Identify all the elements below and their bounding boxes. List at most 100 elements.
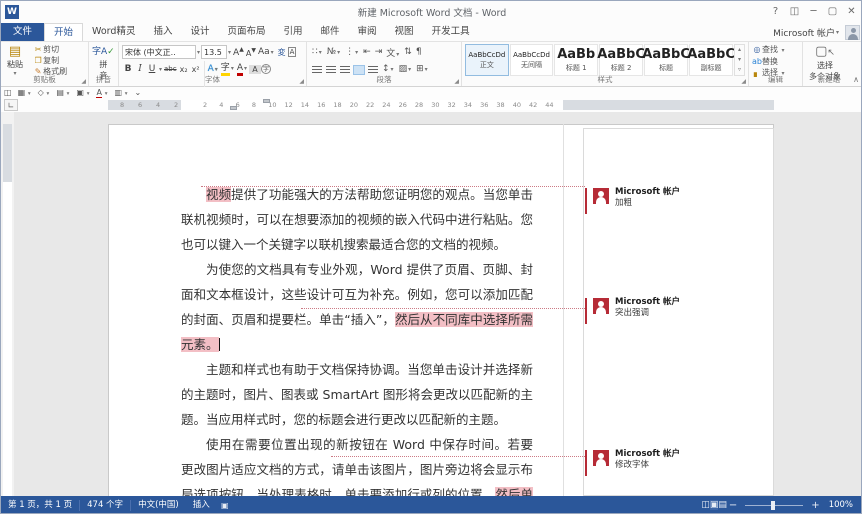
- tab-审阅[interactable]: 审阅: [349, 23, 386, 41]
- character-shading-button[interactable]: A: [249, 65, 261, 74]
- bullets-icon[interactable]: ∷▾: [310, 47, 325, 57]
- select-multiple-objects-button[interactable]: ▢↖ 选择 多个对象: [806, 44, 844, 78]
- multilevel-list-icon[interactable]: ⋮▾: [343, 47, 361, 57]
- asian-layout-icon[interactable]: 文▾: [384, 46, 402, 59]
- change-case-button[interactable]: Aa▾: [257, 47, 276, 57]
- replace-button[interactable]: ab替换: [752, 56, 799, 67]
- revision-balloon[interactable]: Microsoft 帐户加粗: [593, 187, 768, 209]
- tab-邮件[interactable]: 邮件: [312, 23, 349, 41]
- increase-indent-icon[interactable]: ⇥: [373, 47, 385, 57]
- italic-button[interactable]: I: [134, 64, 146, 74]
- font-name-combo[interactable]: 宋体 (中文正..: [122, 45, 196, 59]
- pinyin-button[interactable]: 字A✓ 拼 音: [92, 44, 115, 78]
- qat-overflow-icon[interactable]: ⌄: [132, 87, 145, 98]
- style-标题 2[interactable]: AaBbC标题 2: [599, 44, 643, 76]
- tab-页面布局[interactable]: 页面布局: [218, 23, 274, 41]
- tab-视图[interactable]: 视图: [386, 23, 423, 41]
- shading-icon[interactable]: ▨▾: [397, 64, 415, 74]
- paragraph[interactable]: 视频提供了功能强大的方法帮助您证明您的观点。当您单击联机视频时，可以在想要添加的…: [181, 182, 533, 257]
- style-副标题[interactable]: AaBbC副标题: [689, 44, 733, 76]
- font-dialog-launcher[interactable]: ◢: [299, 78, 304, 85]
- account-avatar[interactable]: [845, 25, 860, 40]
- numbering-icon[interactable]: №▾: [325, 47, 343, 57]
- enclose-characters-button[interactable]: 字: [261, 64, 271, 74]
- paragraph-marks-icon[interactable]: ¶: [414, 47, 424, 57]
- subscript-button[interactable]: x₂: [178, 65, 190, 74]
- cut-button[interactable]: ✂剪切: [33, 44, 67, 55]
- tab-file[interactable]: 文件: [1, 23, 44, 41]
- align-center-button[interactable]: [326, 66, 336, 74]
- style-正文[interactable]: AaBbCcDd正文: [465, 44, 509, 76]
- style-标题 1[interactable]: AaBb标题 1: [554, 44, 598, 76]
- text-effects-button[interactable]: A▾: [207, 64, 220, 74]
- tab-selector[interactable]: ∟: [4, 99, 18, 111]
- word-count[interactable]: 474 个字: [80, 496, 130, 514]
- paste-button[interactable]: ▤ 粘贴▾: [4, 44, 26, 78]
- tab-Word精灵[interactable]: Word精灵: [83, 23, 144, 41]
- styles-gallery-scroll[interactable]: ▴▾▿: [734, 44, 745, 76]
- text-cursor: [219, 338, 220, 351]
- paragraph-dialog-launcher[interactable]: ◢: [454, 78, 459, 85]
- line-spacing-icon[interactable]: ↕▾: [380, 64, 397, 74]
- paragraph[interactable]: 为使您的文档具有专业外观，Word 提供了页眉、页脚、封面和文本框设计，这些设计…: [181, 257, 533, 357]
- insert-mode-indicator[interactable]: 插入: [186, 496, 217, 514]
- decrease-indent-icon[interactable]: ⇤: [361, 47, 373, 57]
- tab-引用[interactable]: 引用: [275, 23, 312, 41]
- zoom-slider[interactable]: [745, 505, 803, 506]
- tab-开发工具[interactable]: 开发工具: [423, 23, 479, 41]
- copy-button[interactable]: ❐复制: [33, 55, 67, 66]
- tab-插入[interactable]: 插入: [144, 23, 181, 41]
- account-menu[interactable]: Microsoft 帐户 ▾: [773, 24, 860, 41]
- bold-button[interactable]: B: [122, 64, 134, 74]
- zoom-slider-thumb[interactable]: [771, 501, 775, 510]
- style-标题[interactable]: AaBbC标题: [644, 44, 688, 76]
- paragraph[interactable]: 主题和样式也有助于文档保持协调。当您单击设计并选择新的主题时，图片、图表或 Sm…: [181, 357, 533, 432]
- sort-icon[interactable]: ⇅: [402, 47, 414, 57]
- align-left-button[interactable]: [312, 66, 322, 74]
- shrink-font-button[interactable]: A▼: [245, 47, 257, 58]
- style-无间隔[interactable]: AaBbCcDd无间隔: [510, 44, 554, 76]
- clipboard-dialog-launcher[interactable]: ◢: [81, 78, 86, 85]
- styles-scroll-down-icon[interactable]: ▾: [735, 55, 744, 65]
- revision-author: Microsoft 帐户: [615, 297, 768, 308]
- borders-icon[interactable]: ⊞▾: [414, 64, 431, 74]
- help-button[interactable]: ?: [766, 3, 785, 21]
- justify-button[interactable]: [354, 66, 364, 74]
- language-indicator[interactable]: 中文(中国): [131, 496, 186, 514]
- revision-balloon[interactable]: Microsoft 帐户突出强调: [593, 297, 768, 319]
- read-mode-icon[interactable]: ◫: [701, 500, 710, 510]
- macro-record-icon[interactable]: ▣: [217, 496, 233, 514]
- distribute-button[interactable]: [368, 66, 378, 74]
- styles-dialog-launcher[interactable]: ◢: [741, 78, 746, 85]
- style-name: 标题 2: [611, 63, 632, 73]
- document-text[interactable]: 视频提供了功能强大的方法帮助您证明您的观点。当您单击联机视频时，可以在想要添加的…: [181, 182, 533, 496]
- styles-scroll-up-icon[interactable]: ▴: [735, 45, 744, 55]
- zoom-level[interactable]: 100%: [822, 496, 862, 514]
- hanging-indent-marker[interactable]: [230, 106, 237, 110]
- align-right-button[interactable]: [340, 66, 350, 74]
- close-button[interactable]: ✕: [842, 3, 861, 21]
- character-border-button[interactable]: A: [288, 47, 297, 57]
- restore-button[interactable]: ▢: [823, 3, 842, 21]
- find-button[interactable]: ◎查找 ▾: [752, 44, 799, 56]
- first-line-indent-marker[interactable]: [263, 99, 270, 103]
- tab-开始[interactable]: 开始: [44, 23, 83, 41]
- zoom-in-button[interactable]: +: [809, 500, 821, 511]
- underline-button[interactable]: U: [146, 64, 158, 74]
- ribbon-display-options-button[interactable]: ◫: [785, 3, 804, 21]
- phonetic-guide-button[interactable]: 変: [276, 47, 288, 58]
- window-layout-icon[interactable]: ◫: [1, 87, 15, 98]
- superscript-button[interactable]: x²: [190, 65, 202, 74]
- web-layout-icon[interactable]: ▤: [718, 500, 727, 510]
- minimize-button[interactable]: ─: [804, 3, 823, 21]
- ribbon-tab-row: 文件 开始Word精灵插入设计页面布局引用邮件审阅视图开发工具 Microsof…: [1, 23, 862, 41]
- tab-设计[interactable]: 设计: [181, 23, 218, 41]
- font-size-combo[interactable]: 13.5: [201, 45, 227, 59]
- strikethrough-button[interactable]: abc: [163, 65, 178, 73]
- collapse-ribbon-button[interactable]: ∧: [853, 75, 859, 84]
- paragraph[interactable]: 使用在需要位置出现的新按钮在 Word 中保存时间。若要更改图片适应文档的方式，…: [181, 432, 533, 496]
- revision-balloon[interactable]: Microsoft 帐户修改字体: [593, 449, 768, 471]
- page-indicator[interactable]: 第 1 页，共 1 页: [1, 496, 79, 514]
- grow-font-button[interactable]: A▲: [232, 46, 245, 58]
- zoom-out-button[interactable]: −: [727, 500, 739, 511]
